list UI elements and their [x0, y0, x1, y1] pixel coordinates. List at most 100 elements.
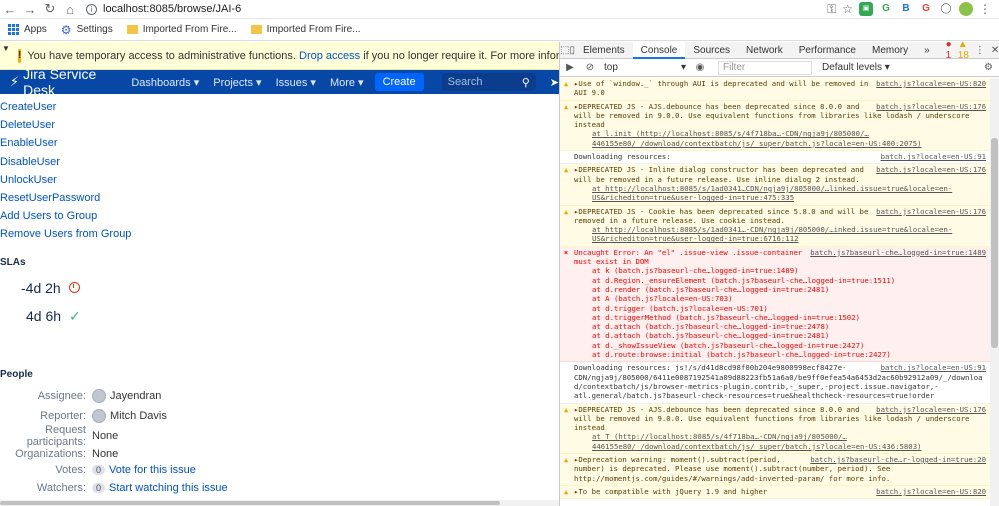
stack-frame[interactable]: at k (batch.js?baseurl-che…logged-in=tru… [574, 266, 986, 275]
source-link[interactable]: batch.js?locale=en-US:91 [881, 363, 986, 372]
back-arrow-icon[interactable]: ← [0, 0, 20, 19]
address-bar[interactable]: i localhost:8085/browse/JAI-6 [86, 1, 826, 18]
link-add-users-to-group[interactable]: Add Users to Group [0, 207, 559, 225]
bookmark-settings[interactable]: ⚙ Settings [61, 23, 113, 37]
info-icon[interactable]: i [86, 3, 97, 15]
stack-frame[interactable]: at d._showIssueView (batch.js?baseurl-ch… [574, 341, 986, 350]
stack-frame[interactable]: at d.route:browse:initial (batch.js?base… [574, 350, 986, 359]
tab-network[interactable]: Network [738, 42, 791, 59]
link-enable-user[interactable]: EnableUser [0, 134, 559, 152]
link-remove-users-from-group[interactable]: Remove Users from Group [0, 225, 559, 243]
reload-icon[interactable]: ↻ [40, 0, 60, 19]
scrollbar-thumb[interactable] [991, 138, 998, 348]
tab-performance[interactable]: Performance [791, 42, 864, 59]
home-icon[interactable]: ⌂ [60, 0, 80, 19]
scrollbar-thumb[interactable] [0, 501, 500, 505]
source-link[interactable]: batch.js?baseurl-che…logged-in=true:1489 [810, 248, 986, 257]
error-count[interactable]: ● 1 [946, 42, 952, 61]
watch-link[interactable]: Start watching this issue [109, 482, 228, 494]
console-message-log[interactable]: batch.js?locale=en-US:91 Downloading reso… [560, 151, 990, 165]
link-unlock-user[interactable]: UnlockUser [0, 171, 559, 189]
link-reset-password[interactable]: ResetUserPassword [0, 189, 559, 207]
notifications-icon[interactable]: ➤ [550, 76, 559, 89]
stack-frame[interactable]: at A (batch.js?locale=en-US:703) [574, 294, 986, 303]
create-button[interactable]: Create [374, 73, 424, 91]
url-text[interactable]: localhost:8085/browse/JAI-6 [103, 3, 241, 15]
tab-elements[interactable]: Elements [575, 42, 633, 59]
console-message-warn[interactable]: ▲ batch.js?locale=en-US:176 ▸DEPRECATED JS… [560, 205, 990, 247]
assignee-value[interactable]: Jayendran [110, 390, 161, 402]
console-message-log[interactable]: batch.js?locale=en-US:91 Downloading reso… [560, 362, 990, 404]
caret-down-icon[interactable]: ▼ [2, 44, 10, 53]
bookmark-folder-1[interactable]: Imported From Fire... [126, 24, 237, 35]
reporter-value[interactable]: Mitch Davis [110, 410, 167, 422]
stack-frame[interactable]: at d.attach (batch.js?baseurl-che…logged… [574, 331, 986, 340]
extension-b-icon[interactable]: B [899, 2, 913, 16]
console-message-warn[interactable]: ▲ batch.js?locale=en-US:176 ▸DEPRECATED JS… [560, 403, 990, 454]
error-count-value: 1 [945, 50, 952, 61]
filter-input[interactable]: Filter [718, 60, 812, 75]
tab-memory[interactable]: Memory [864, 42, 916, 59]
stack-frame[interactable]: at d.Region._ensureElement (batch.js?bas… [574, 276, 986, 285]
drop-access-link[interactable]: Drop access [299, 50, 360, 62]
tab-console[interactable]: Console [632, 42, 686, 59]
jira-logo[interactable]: ⚡ Jira Service Desk [0, 66, 112, 98]
forward-arrow-icon[interactable]: → [20, 0, 40, 19]
profile-avatar[interactable] [959, 2, 973, 16]
source-link[interactable]: batch.js?baseurl-che…r-logged-in=true:20 [810, 455, 986, 464]
stack-frame[interactable]: at d.triggerMethod (batch.js?baseurl-che… [574, 313, 986, 322]
eye-icon[interactable]: ◉ [690, 62, 710, 73]
source-link[interactable]: batch.js?locale=en-US:176 [876, 405, 986, 414]
log-levels-select[interactable]: Default levels ▾ [822, 62, 890, 73]
nav-dashboards[interactable]: Dashboards ▾ [124, 76, 206, 89]
sidebar-toggle-icon[interactable]: ▶ [560, 62, 580, 73]
extension-shield-icon[interactable]: ◯ [939, 2, 953, 16]
horizontal-scrollbar[interactable] [0, 500, 559, 506]
link-delete-user[interactable]: DeleteUser [0, 116, 559, 134]
source-link[interactable]: batch.js?locale=en-US:176 [876, 102, 986, 111]
source-link[interactable]: batch.js?locale=en-US:820 [876, 79, 986, 88]
search-input[interactable]: Search ⚲ [441, 73, 536, 91]
nav-more[interactable]: More ▾ [323, 76, 371, 89]
star-icon[interactable]: ☆ [842, 2, 853, 16]
vertical-scrollbar[interactable] [990, 78, 999, 506]
console-message-warn[interactable]: ▲ batch.js?locale=en-US:820 ▸To be compati… [560, 485, 990, 500]
inspect-icon[interactable]: ⬚ [560, 45, 569, 56]
extension-g2-icon[interactable]: G [919, 2, 933, 16]
source-link[interactable]: batch.js?locale=en-US:176 [876, 165, 986, 174]
extension-icon[interactable]: ▣ [859, 2, 873, 16]
link-disable-user[interactable]: DisableUser [0, 153, 559, 171]
nav-projects[interactable]: Projects ▾ [206, 76, 268, 89]
context-select[interactable]: top ▾ [600, 62, 690, 73]
console-message-warn[interactable]: ▲ batch.js?locale=en-US:176 ▸DEPRECATED JS… [560, 100, 990, 152]
stack-frame[interactable]: at d.render (batch.js?baseurl-che…logged… [574, 285, 986, 294]
console-message-warn[interactable]: ▲ batch.js?locale=en-US:176 ▸DEPRECATED JS… [560, 164, 990, 206]
key-icon[interactable]: ⚿ [827, 2, 836, 17]
extension-g-icon[interactable]: G [879, 2, 893, 16]
stack-trace-link[interactable]: at T (http://localhost:8085/s/4f718ba…-C… [574, 432, 986, 451]
bookmark-folder-2[interactable]: Imported From Fire... [250, 24, 361, 35]
stack-frame[interactable]: at d.trigger (batch.js?locale=en-US:701) [574, 304, 986, 313]
console-message-warn[interactable]: ▲ batch.js?locale=en-US:820 ▸Use of `windo… [560, 78, 990, 101]
more-tabs-button[interactable]: » [916, 42, 938, 59]
console-message-err[interactable]: ✖ batch.js?baseurl-che…logged-in=true:148… [560, 246, 990, 363]
close-icon[interactable]: ✕ [991, 45, 999, 56]
stack-trace-link[interactable]: at l.init (http://localhost:8085/s/4f718… [574, 129, 986, 148]
tab-sources[interactable]: Sources [685, 42, 738, 59]
source-link[interactable]: batch.js?locale=en-US:820 [876, 487, 986, 496]
vote-link[interactable]: Vote for this issue [109, 464, 196, 476]
source-link[interactable]: batch.js?locale=en-US:176 [876, 207, 986, 216]
clear-console-icon[interactable]: ⊘ [580, 62, 600, 73]
console-message-warn[interactable]: ▲ batch.js?baseurl-che…r-logged-in=true:2… [560, 453, 990, 486]
kebab-menu-icon[interactable]: ⋮ [975, 45, 985, 56]
nav-issues[interactable]: Issues ▾ [269, 76, 323, 89]
stack-trace-link[interactable]: at http://localhost:8085/s/1ad0341…CDN/n… [574, 184, 986, 203]
bookmark-apps[interactable]: Apps [8, 24, 47, 35]
settings-gear-icon[interactable]: ⚙ [984, 62, 999, 73]
stack-frame[interactable]: at d.attach (batch.js?baseurl-che…logged… [574, 322, 986, 331]
link-create-user[interactable]: CreateUser [0, 98, 559, 116]
stack-trace-link[interactable]: at http://localhost:8085/s/1ad0341…-CDN/… [574, 225, 986, 244]
menu-icon[interactable]: ⋮ [979, 2, 991, 16]
warning-count[interactable]: ▲ 18 [958, 42, 969, 61]
source-link[interactable]: batch.js?locale=en-US:91 [881, 152, 986, 161]
